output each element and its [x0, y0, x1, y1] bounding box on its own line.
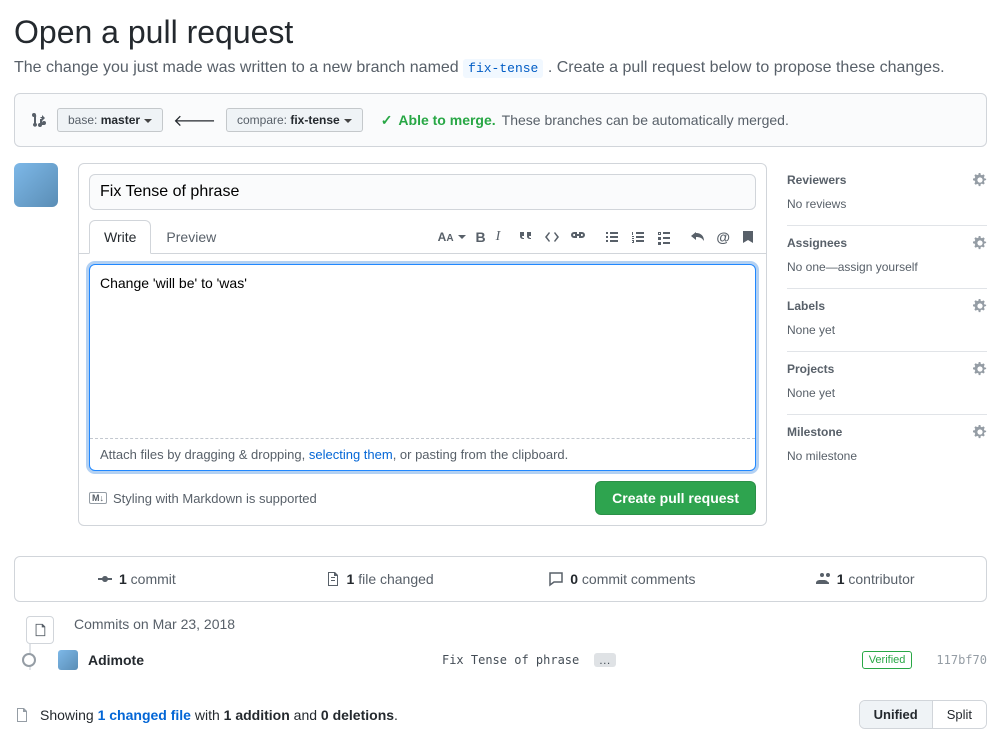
arrow-left-icon: 🡐 — [173, 110, 216, 131]
projects-section: Projects None yet — [787, 352, 987, 415]
numbered-list-icon[interactable] — [630, 229, 646, 245]
link-icon[interactable] — [570, 229, 586, 245]
git-compare-icon — [31, 112, 47, 128]
commit-message[interactable]: Fix Tense of phrase … — [272, 653, 616, 668]
check-icon: ✓ — [381, 112, 393, 129]
mention-icon[interactable]: @ — [716, 229, 730, 245]
additions-count: 1 addition — [224, 707, 290, 723]
italic-icon[interactable]: I — [496, 229, 501, 245]
saved-reply-icon[interactable] — [740, 229, 756, 245]
assignees-heading[interactable]: Assignees — [787, 236, 847, 250]
page-subtitle: The change you just made was written to … — [14, 59, 987, 77]
commits-timeline: Commits on Mar 23, 2018 Adimote Fix Tens… — [14, 616, 987, 670]
create-pr-button[interactable]: Create pull request — [595, 481, 756, 515]
commit-sha-link[interactable]: 117bf70 — [936, 653, 987, 667]
gear-icon[interactable] — [973, 173, 987, 187]
comment-icon — [548, 571, 564, 587]
people-icon — [815, 571, 831, 587]
commit-ellipsis-button[interactable]: … — [594, 653, 616, 667]
labels-heading[interactable]: Labels — [787, 299, 825, 313]
verified-badge[interactable]: Verified — [862, 651, 913, 669]
description-textarea[interactable] — [90, 265, 755, 435]
file-diff-icon — [325, 571, 341, 587]
reviewers-heading[interactable]: Reviewers — [787, 173, 846, 187]
diff-summary-row: Showing 1 changed file with 1 addition a… — [14, 700, 987, 729]
attach-hint: Attach files by dragging & dropping, sel… — [90, 438, 755, 470]
commit-comments-tab[interactable]: 0 commit comments — [501, 557, 744, 601]
commits-tab[interactable]: 1 commit — [15, 557, 258, 601]
base-branch-select[interactable]: base: master — [57, 108, 163, 132]
quote-icon[interactable] — [518, 229, 534, 245]
milestone-section: Milestone No milestone — [787, 415, 987, 477]
gear-icon[interactable] — [973, 425, 987, 439]
markdown-icon: M↓ — [89, 492, 107, 504]
projects-heading[interactable]: Projects — [787, 362, 834, 376]
file-icon — [14, 707, 30, 723]
gear-icon[interactable] — [973, 362, 987, 376]
diff-view-toggle: Unified Split — [859, 700, 987, 729]
code-icon[interactable] — [544, 229, 560, 245]
compare-branches-box: base: master 🡐 compare: fix-tense ✓ Able… — [14, 93, 987, 147]
stats-bar: 1 commit 1 file changed 0 commit comment… — [14, 556, 987, 602]
user-avatar[interactable] — [14, 163, 58, 207]
unified-view-button[interactable]: Unified — [860, 701, 932, 728]
compare-branch-select[interactable]: compare: fix-tense — [226, 108, 363, 132]
reply-icon[interactable] — [690, 229, 706, 245]
files-changed-tab[interactable]: 1 file changed — [258, 557, 501, 601]
comment-form: Write Preview AA B I — [78, 163, 767, 526]
bulleted-list-icon[interactable] — [604, 229, 620, 245]
write-tab[interactable]: Write — [89, 220, 151, 254]
repo-push-icon — [26, 616, 54, 644]
preview-tab[interactable]: Preview — [151, 220, 231, 254]
commit-author-link[interactable]: Adimote — [88, 652, 144, 668]
commits-date-header: Commits on Mar 23, 2018 — [74, 616, 235, 632]
assignees-section: Assignees No one—assign yourself — [787, 226, 987, 289]
pr-title-input[interactable] — [89, 174, 756, 210]
task-list-icon[interactable] — [656, 229, 672, 245]
changed-files-link[interactable]: 1 changed file — [98, 707, 191, 723]
page-title: Open a pull request — [14, 14, 987, 51]
merge-status: ✓ Able to merge. These branches can be a… — [381, 112, 789, 129]
formatting-toolbar: AA B I @ — [438, 229, 756, 245]
gear-icon[interactable] — [973, 299, 987, 313]
commit-dot-icon — [22, 653, 36, 667]
select-files-link[interactable]: selecting them — [309, 447, 393, 462]
bold-icon[interactable]: B — [476, 229, 486, 245]
deletions-count: 0 deletions — [321, 707, 394, 723]
markdown-hint[interactable]: M↓ Styling with Markdown is supported — [89, 491, 317, 506]
split-view-button[interactable]: Split — [932, 701, 986, 728]
assign-yourself-link[interactable]: assign yourself — [838, 260, 918, 274]
gear-icon[interactable] — [973, 236, 987, 250]
contributors-tab[interactable]: 1 contributor — [743, 557, 986, 601]
sidebar: Reviewers No reviews Assignees No one—as… — [787, 163, 987, 477]
commit-icon — [97, 571, 113, 587]
branch-name-tag: fix-tense — [463, 59, 543, 78]
description-field-wrapper: Attach files by dragging & dropping, sel… — [89, 264, 756, 471]
commit-author-avatar[interactable] — [58, 650, 78, 670]
heading-icon[interactable]: AA — [438, 230, 466, 244]
commit-row: Adimote Fix Tense of phrase … Verified 1… — [22, 650, 987, 670]
milestone-heading[interactable]: Milestone — [787, 425, 842, 439]
reviewers-section: Reviewers No reviews — [787, 163, 987, 226]
labels-section: Labels None yet — [787, 289, 987, 352]
